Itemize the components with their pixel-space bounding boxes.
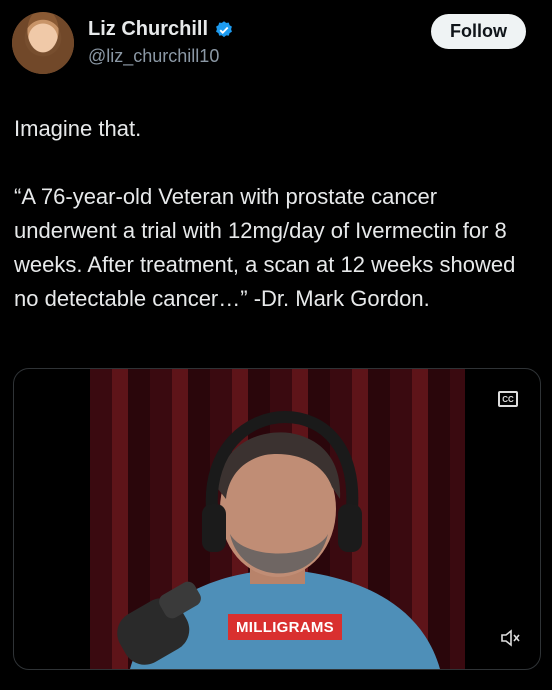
author-name-row: Liz Churchill <box>88 18 234 41</box>
follow-button[interactable]: Follow <box>431 14 526 49</box>
tweet-text: Imagine that. “A 76-year-old Veteran wit… <box>14 116 516 311</box>
video-caption: MILLIGRAMS <box>228 614 342 640</box>
author-name[interactable]: Liz Churchill <box>88 18 208 41</box>
mute-icon[interactable] <box>500 629 520 647</box>
author-handle[interactable]: @liz_churchill10 <box>88 46 219 67</box>
avatar[interactable] <box>12 12 74 74</box>
video-player[interactable]: MILLIGRAMS CC <box>13 368 541 670</box>
closed-captions-icon[interactable]: CC <box>498 391 518 407</box>
verified-badge-icon <box>216 20 232 37</box>
